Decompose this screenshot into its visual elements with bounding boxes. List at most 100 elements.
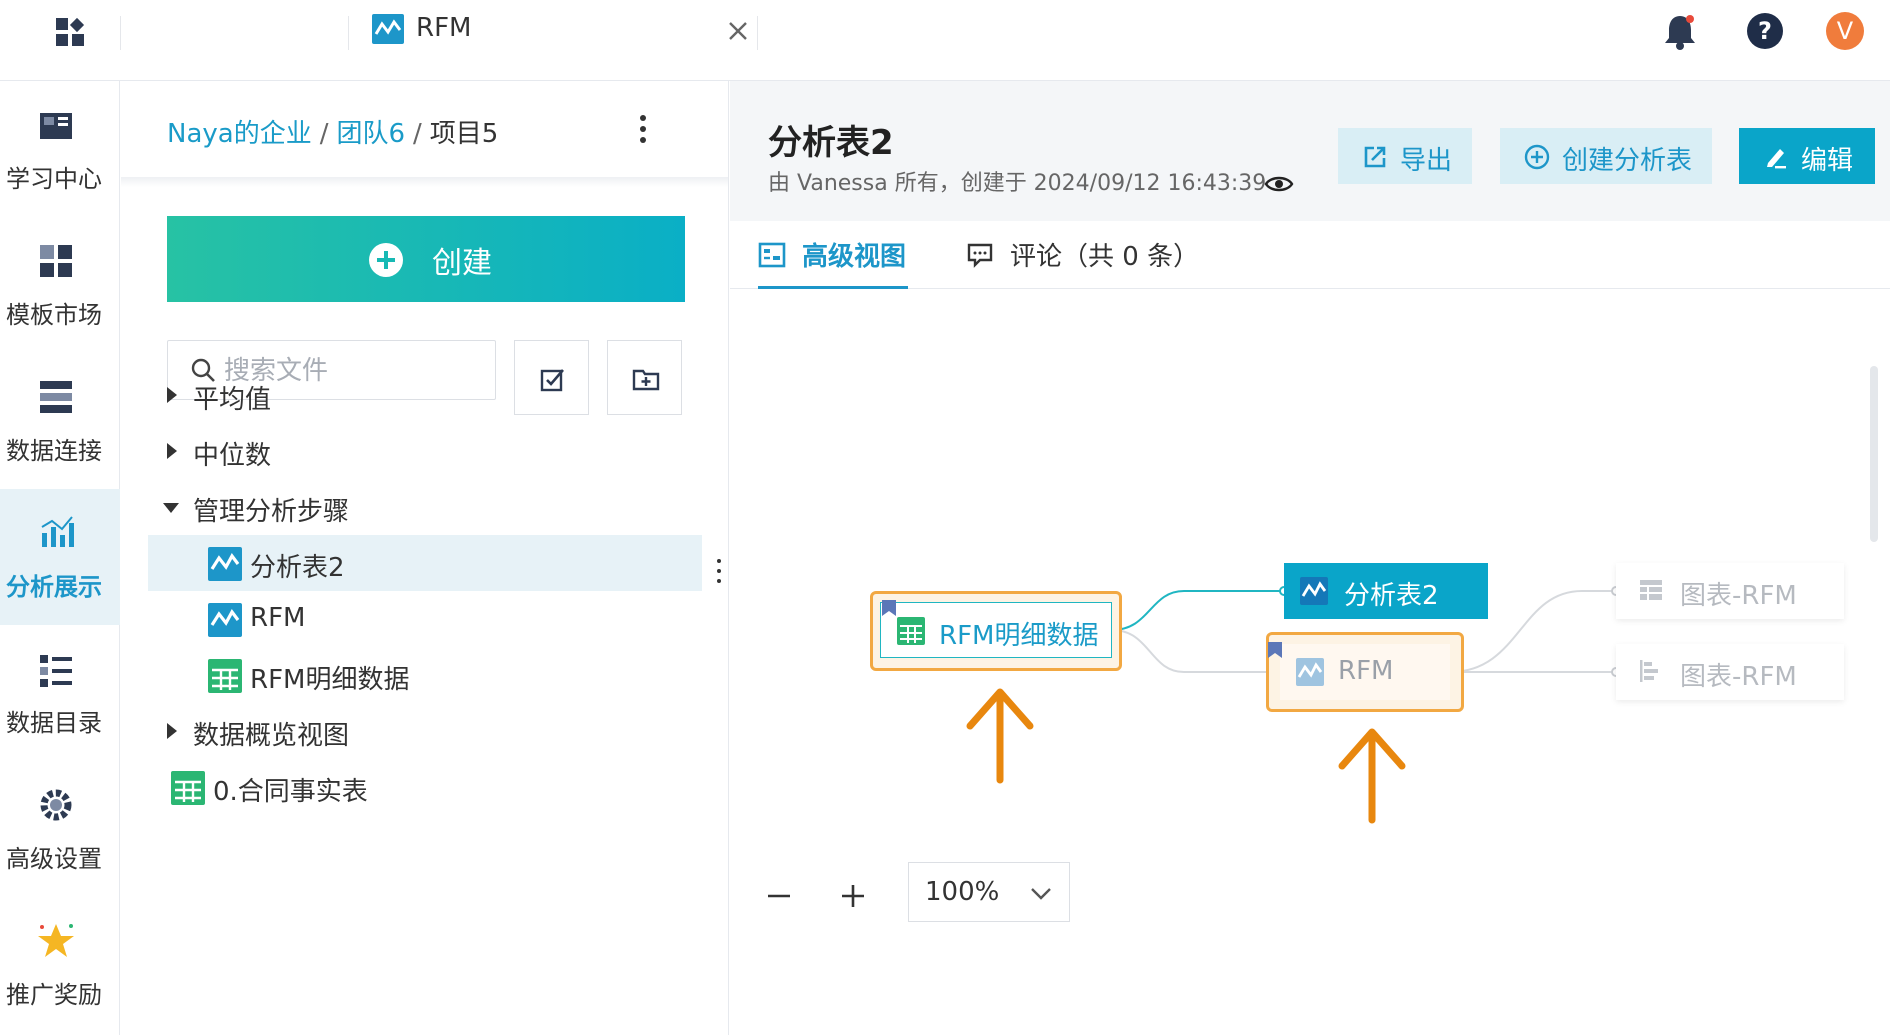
nav-label: 分析展示 (6, 573, 102, 601)
nav-label: 数据连接 (6, 437, 102, 465)
arrow-up-icon (1335, 725, 1409, 827)
caret-right-icon[interactable] (167, 387, 177, 403)
tree-item-rfm-detail[interactable]: RFM明细数据 (148, 647, 702, 703)
export-button[interactable]: 导出 (1338, 128, 1472, 184)
bell-icon[interactable] (1662, 12, 1698, 52)
tab-label: 高级视图 (802, 242, 907, 272)
node-label: RFM (1338, 656, 1394, 686)
divider (121, 177, 728, 187)
lineage-canvas[interactable]: RFM明细数据 分析表2 RFM 图表-RFM 图表-RFM (730, 290, 1890, 1035)
book-icon (40, 113, 72, 139)
nav-label: 模板市场 (6, 301, 102, 329)
breadcrumb-project: 项目5 (429, 119, 499, 149)
lineage-node-chart-rfm-table[interactable]: 图表-RFM (1616, 563, 1844, 619)
analysis-sheet-icon (208, 603, 242, 637)
zoom-in-button[interactable] (838, 881, 868, 911)
pencil-icon (1767, 149, 1786, 169)
create-analysis-sheet-button[interactable]: 创建分析表 (1500, 128, 1712, 184)
folder-plus-icon (632, 369, 660, 391)
apps-grid-icon[interactable] (50, 14, 90, 54)
node-label: 图表-RFM (1680, 662, 1797, 692)
nav-item-referral-rewards[interactable]: 推广奖励 (0, 897, 120, 1033)
close-icon[interactable] (725, 18, 751, 44)
analysis-icon (41, 516, 74, 547)
tree-folder-data-overview[interactable]: 数据概览视图 (141, 703, 581, 759)
left-nav: 学习中心 模板市场 数据连接 分析展示 数据目录 高级设置 推广奖励 (0, 81, 120, 1035)
page-title: 分析表2 (768, 123, 894, 163)
comment-icon (967, 243, 993, 268)
create-button[interactable]: 创建 (167, 216, 685, 302)
scrollbar[interactable] (1870, 366, 1878, 542)
nav-item-data-connection[interactable]: 数据连接 (0, 353, 120, 489)
sheet-meta: 由 Vanessa 所有，创建于 2024/09/12 16:43:39 (768, 171, 1267, 196)
nav-item-template-market[interactable]: 模板市场 (0, 217, 120, 353)
tab-label: 评论（共 0 条） (1010, 242, 1200, 272)
panel-resize-handle[interactable] (715, 557, 723, 585)
tree-folder-analysis-steps[interactable]: 管理分析步骤 (141, 479, 581, 535)
tab-advanced-view[interactable]: 高级视图 (758, 221, 908, 289)
tree-label: RFM (250, 603, 306, 633)
nav-item-analysis[interactable]: 分析展示 (0, 489, 120, 625)
edit-button[interactable]: 编辑 (1739, 128, 1875, 184)
caret-right-icon[interactable] (167, 723, 177, 739)
avatar[interactable]: V (1826, 12, 1864, 50)
node-label: 图表-RFM (1680, 581, 1797, 611)
catalog-icon (40, 655, 72, 687)
create-button-label: 创建 (432, 246, 492, 281)
caret-right-icon[interactable] (167, 443, 177, 459)
nav-item-advanced-settings[interactable]: 高级设置 (0, 761, 120, 897)
export-button-label: 导出 (1400, 146, 1453, 176)
nav-item-data-catalog[interactable]: 数据目录 (0, 625, 120, 761)
breadcrumb-team[interactable]: 团队6 (336, 119, 405, 149)
tree-label: 平均值 (193, 385, 272, 415)
nav-label: 数据目录 (6, 709, 102, 737)
tree-label: 数据概览视图 (193, 721, 350, 751)
tree-label: 0.合同事实表 (213, 777, 368, 807)
lineage-node-analysis2[interactable]: 分析表2 (1284, 563, 1488, 619)
new-folder-button[interactable] (607, 340, 682, 415)
svg-text:?: ? (1758, 17, 1772, 45)
divider (348, 16, 349, 50)
tree-label: 中位数 (193, 441, 272, 471)
divider (757, 16, 758, 50)
data-connect-icon (40, 381, 72, 413)
zoom-select[interactable]: 100% (908, 862, 1070, 922)
lineage-node-rfm-detail[interactable]: RFM明细数据 (880, 602, 1112, 658)
tree-folder-median[interactable]: 中位数 (141, 423, 581, 479)
lineage-node-chart-rfm-bar[interactable]: 图表-RFM (1616, 644, 1844, 700)
nav-label: 高级设置 (6, 845, 102, 873)
lineage-view-icon (758, 242, 786, 268)
file-panel: Naya的企业/团队6/项目5 创建 平均值 (121, 81, 729, 1035)
breadcrumb-enterprise[interactable]: Naya的企业 (167, 119, 312, 149)
template-icon (40, 245, 72, 277)
breadcrumb-separator: / (319, 119, 329, 149)
zoom-out-button[interactable] (764, 881, 794, 911)
lineage-node-rfm[interactable]: RFM (1280, 644, 1450, 700)
tree-label: 分析表2 (250, 553, 345, 583)
more-vertical-icon[interactable] (631, 109, 655, 149)
zoom-value: 100% (925, 877, 1000, 907)
analysis-sheet-icon (1300, 577, 1328, 605)
sheet-header: 分析表2 由 Vanessa 所有，创建于 2024/09/12 16:43:3… (730, 81, 1890, 221)
node-label: RFM明细数据 (939, 621, 1099, 651)
caret-down-icon[interactable] (163, 503, 179, 513)
nav-item-learning-center[interactable]: 学习中心 (0, 81, 120, 217)
tree-item-contract-fact[interactable]: 0.合同事实表 (141, 759, 581, 815)
tab-comments[interactable]: 评论（共 0 条） (966, 221, 1200, 289)
analysis-sheet-icon (1296, 658, 1324, 686)
bar-chart-icon (1640, 660, 1658, 682)
analysis-sheet-icon (208, 547, 242, 581)
tree-item-analysis2[interactable]: 分析表2 (148, 535, 702, 591)
arrow-up-icon (963, 685, 1037, 787)
open-tab-title[interactable]: RFM (416, 13, 471, 43)
tree-label: RFM明细数据 (250, 665, 410, 695)
help-icon[interactable]: ? (1746, 12, 1784, 50)
eye-icon[interactable] (1264, 173, 1294, 195)
star-reward-icon (38, 924, 74, 957)
export-icon (1364, 146, 1386, 168)
edit-button-label: 编辑 (1801, 146, 1854, 176)
tree-item-rfm[interactable]: RFM (148, 591, 702, 647)
tree-folder-average[interactable]: 平均值 (141, 367, 581, 423)
divider (120, 16, 121, 50)
tree-label: 管理分析步骤 (193, 497, 350, 527)
